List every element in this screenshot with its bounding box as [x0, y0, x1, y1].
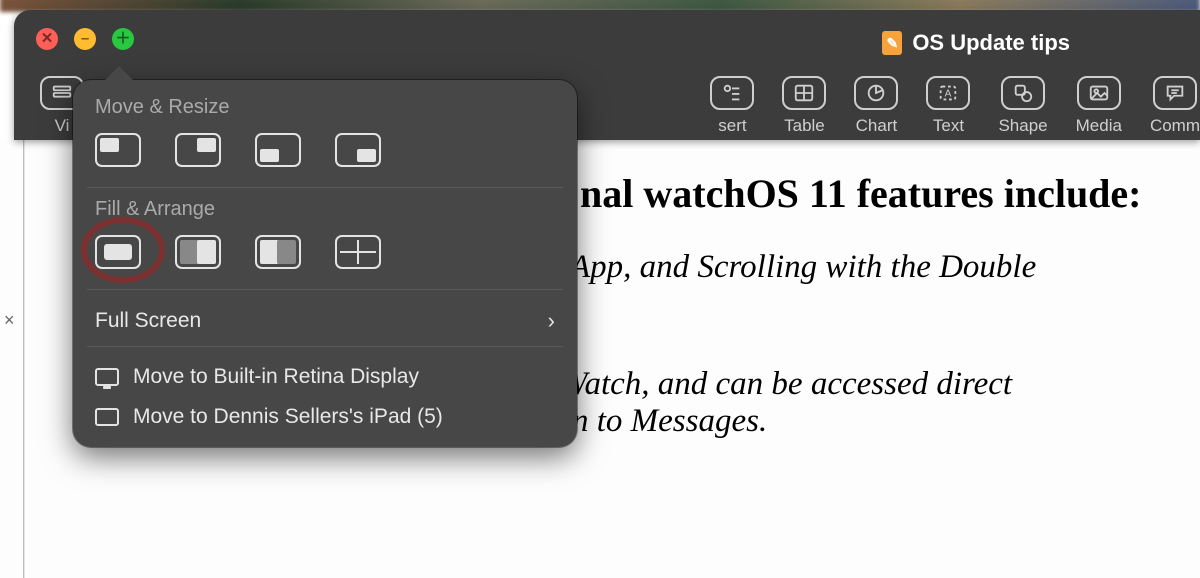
toolbar-chart[interactable]: Chart	[854, 76, 898, 136]
text-icon: A	[926, 76, 970, 110]
document-icon: ✎	[882, 31, 902, 55]
shape-icon	[1001, 76, 1045, 110]
window-zoom-popover: Move & Resize Fill & Arrange Full Screen…	[73, 80, 577, 447]
ipad-icon	[95, 408, 119, 426]
vertical-ruler	[0, 140, 24, 578]
chevron-right-icon: ›	[548, 308, 555, 334]
arrange-fill[interactable]	[95, 235, 141, 269]
ruler-marker: ×	[4, 310, 15, 331]
document-heading: nal watchOS 11 features include:	[580, 170, 1200, 217]
toolbar-shape[interactable]: Shape	[998, 76, 1047, 136]
toolbar-media[interactable]: Media	[1076, 76, 1122, 136]
toolbar-comment[interactable]: Comm	[1150, 76, 1200, 136]
move-resize-row	[73, 129, 577, 183]
fullscreen-menuitem[interactable]: Full Screen ›	[73, 300, 577, 342]
svg-text:A: A	[945, 89, 952, 100]
chart-icon	[854, 76, 898, 110]
media-label: Media	[1076, 116, 1122, 136]
toolbar-text[interactable]: A Text	[926, 76, 970, 136]
table-icon	[782, 76, 826, 110]
arrange-right-half[interactable]	[255, 235, 301, 269]
comment-icon	[1153, 76, 1197, 110]
document-line-1: App, and Scrolling with the Double	[570, 249, 1200, 286]
minimize-button[interactable]: –	[74, 28, 96, 50]
media-icon	[1077, 76, 1121, 110]
section-move-resize-label: Move & Resize	[73, 96, 577, 129]
comment-label: Comm	[1150, 116, 1200, 136]
move-to-retina-menuitem[interactable]: Move to Built-in Retina Display	[73, 357, 577, 397]
separator	[87, 187, 563, 188]
table-label: Table	[784, 116, 825, 136]
move-ipad-label: Move to Dennis Sellers's iPad (5)	[133, 405, 443, 429]
toolbar-insert[interactable]: sert	[710, 76, 754, 136]
display-icon	[95, 368, 119, 386]
traffic-lights: ✕ – ＋	[36, 28, 134, 50]
zoom-button[interactable]: ＋	[112, 28, 134, 50]
insert-label: sert	[718, 116, 746, 136]
separator	[87, 289, 563, 290]
shape-label: Shape	[998, 116, 1047, 136]
close-button[interactable]: ✕	[36, 28, 58, 50]
document-line-2a: Watch, and can be accessed direct	[560, 366, 1200, 403]
fullscreen-label: Full Screen	[95, 309, 201, 333]
move-to-ipad-menuitem[interactable]: Move to Dennis Sellers's iPad (5)	[73, 397, 577, 437]
arrange-left-half[interactable]	[175, 235, 221, 269]
view-label: Vi	[55, 116, 70, 136]
arrange-quarters[interactable]	[335, 235, 381, 269]
window-title: ✎ OS Update tips	[882, 30, 1070, 56]
fill-arrange-row	[73, 231, 577, 285]
move-retina-label: Move to Built-in Retina Display	[133, 365, 419, 389]
move-bottom-right[interactable]	[335, 133, 381, 167]
toolbar-table[interactable]: Table	[782, 76, 826, 136]
chart-label: Chart	[856, 116, 898, 136]
window-title-text: OS Update tips	[912, 30, 1070, 56]
separator	[87, 346, 563, 347]
move-bottom-left[interactable]	[255, 133, 301, 167]
section-fill-arrange-label: Fill & Arrange	[73, 198, 577, 231]
text-label: Text	[933, 116, 964, 136]
move-top-right[interactable]	[175, 133, 221, 167]
insert-icon	[710, 76, 754, 110]
move-top-left[interactable]	[95, 133, 141, 167]
